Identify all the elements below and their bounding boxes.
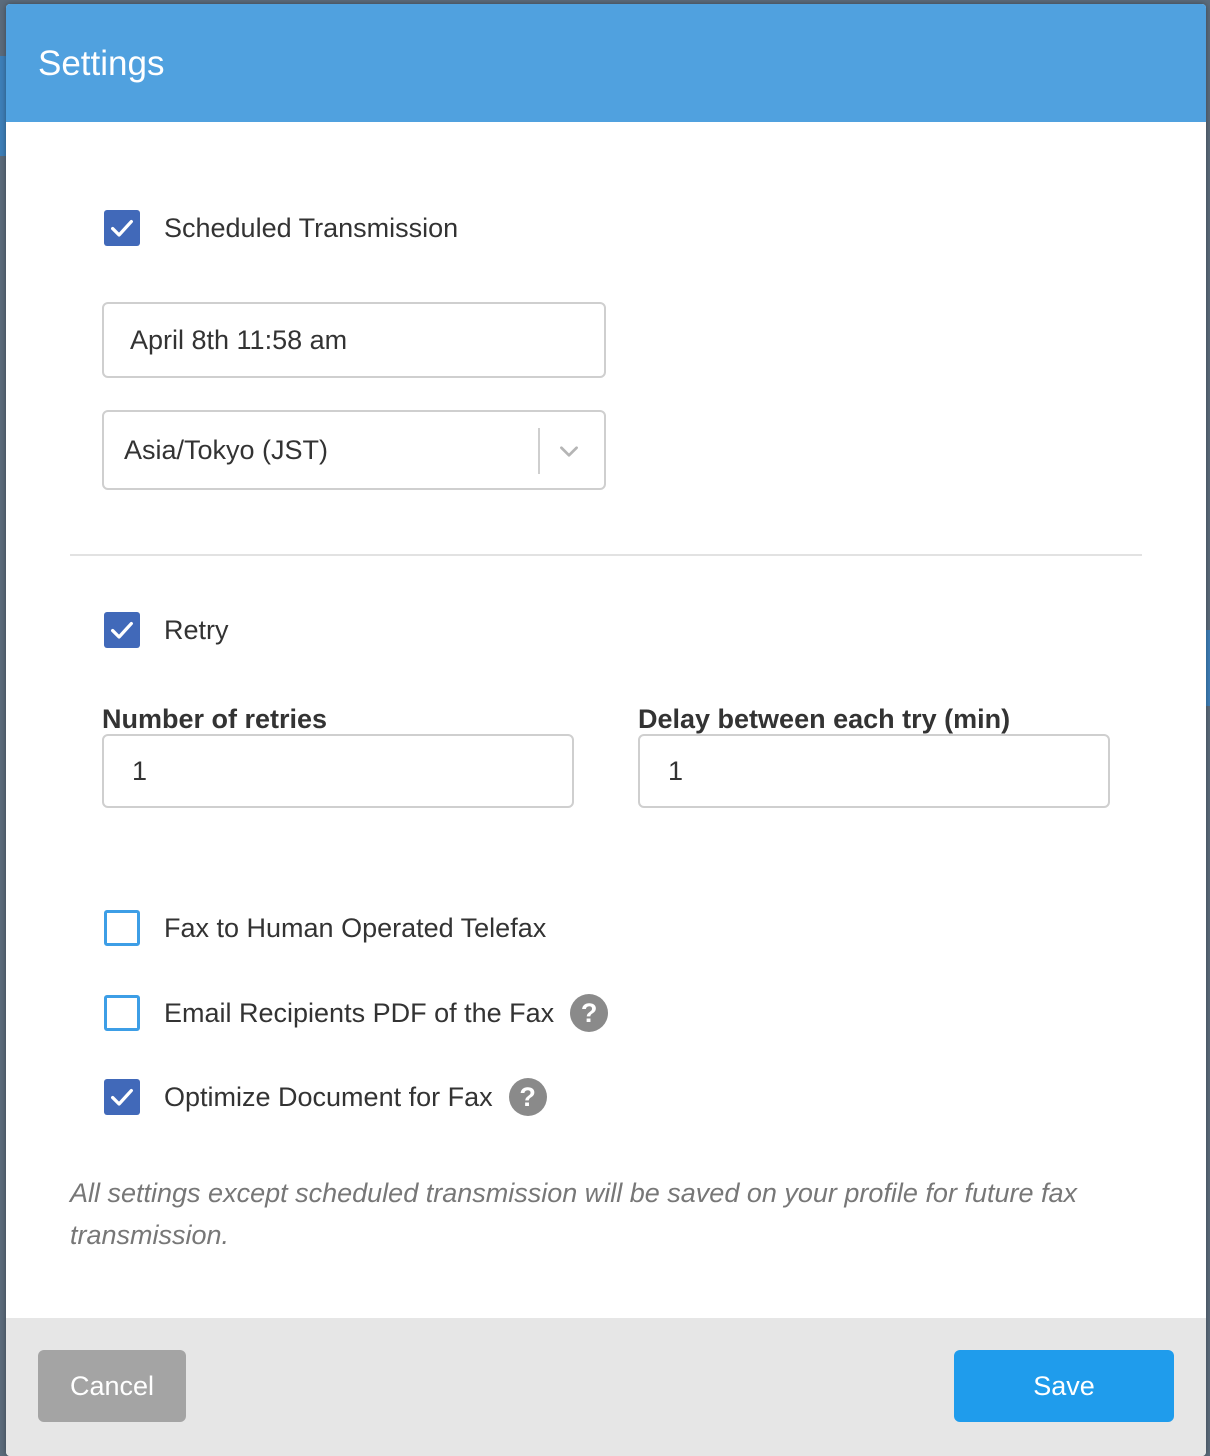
timezone-value: Asia/Tokyo (JST) <box>124 434 329 465</box>
retry-delay-value: 1 <box>668 755 684 786</box>
dialog-title: Settings <box>38 44 165 83</box>
checkmark-icon <box>111 621 133 639</box>
save-button[interactable]: Save <box>954 1350 1174 1422</box>
optimize-document-checkbox[interactable] <box>104 1079 140 1115</box>
number-of-retries-value: 1 <box>132 755 148 786</box>
schedule-datetime-value: April 8th 11:58 am <box>130 324 348 355</box>
fax-to-human-telefax-checkbox[interactable] <box>104 910 140 946</box>
optimize-document-option[interactable]: Optimize Document for Fax ? <box>104 1078 547 1116</box>
cancel-button[interactable]: Cancel <box>38 1350 186 1422</box>
checkmark-icon <box>111 219 133 237</box>
section-divider <box>70 554 1142 556</box>
chevron-down-icon[interactable] <box>556 438 582 464</box>
optimize-document-label: Optimize Document for Fax <box>164 1082 493 1112</box>
timezone-select[interactable]: Asia/Tokyo (JST) <box>102 410 606 490</box>
retry-option[interactable]: Retry <box>104 612 229 648</box>
help-icon[interactable]: ? <box>570 994 609 1032</box>
background-page <box>1206 630 1210 706</box>
retry-delay-label: Delay between each try (min) <box>638 704 1011 734</box>
checkmark-icon <box>111 1088 133 1106</box>
number-of-retries-input[interactable]: 1 <box>102 734 574 808</box>
retry-delay-input[interactable]: 1 <box>638 734 1110 808</box>
select-divider <box>538 428 540 474</box>
fax-to-human-telefax-label: Fax to Human Operated Telefax <box>164 913 547 943</box>
email-pdf-checkbox[interactable] <box>104 995 140 1031</box>
scheduled-transmission-checkbox[interactable] <box>104 210 140 246</box>
email-pdf-option[interactable]: Email Recipients PDF of the Fax ? <box>104 994 609 1032</box>
email-pdf-label: Email Recipients PDF of the Fax <box>164 998 555 1028</box>
retry-checkbox[interactable] <box>104 612 140 648</box>
settings-dialog: Settings Scheduled Transmission April 8t… <box>6 4 1206 1456</box>
help-icon[interactable]: ? <box>508 1078 547 1116</box>
dialog-footer: Cancel Save <box>6 1318 1206 1456</box>
fax-to-human-telefax-option[interactable]: Fax to Human Operated Telefax <box>104 910 546 946</box>
number-of-retries-label: Number of retries <box>102 704 328 734</box>
settings-note: All settings except scheduled transmissi… <box>70 1178 1078 1250</box>
scheduled-transmission-option[interactable]: Scheduled Transmission <box>104 210 458 246</box>
dialog-header: Settings <box>6 4 1206 122</box>
schedule-datetime-input[interactable]: April 8th 11:58 am <box>102 302 606 378</box>
scheduled-transmission-label: Scheduled Transmission <box>164 213 459 243</box>
retry-label: Retry <box>164 615 229 645</box>
